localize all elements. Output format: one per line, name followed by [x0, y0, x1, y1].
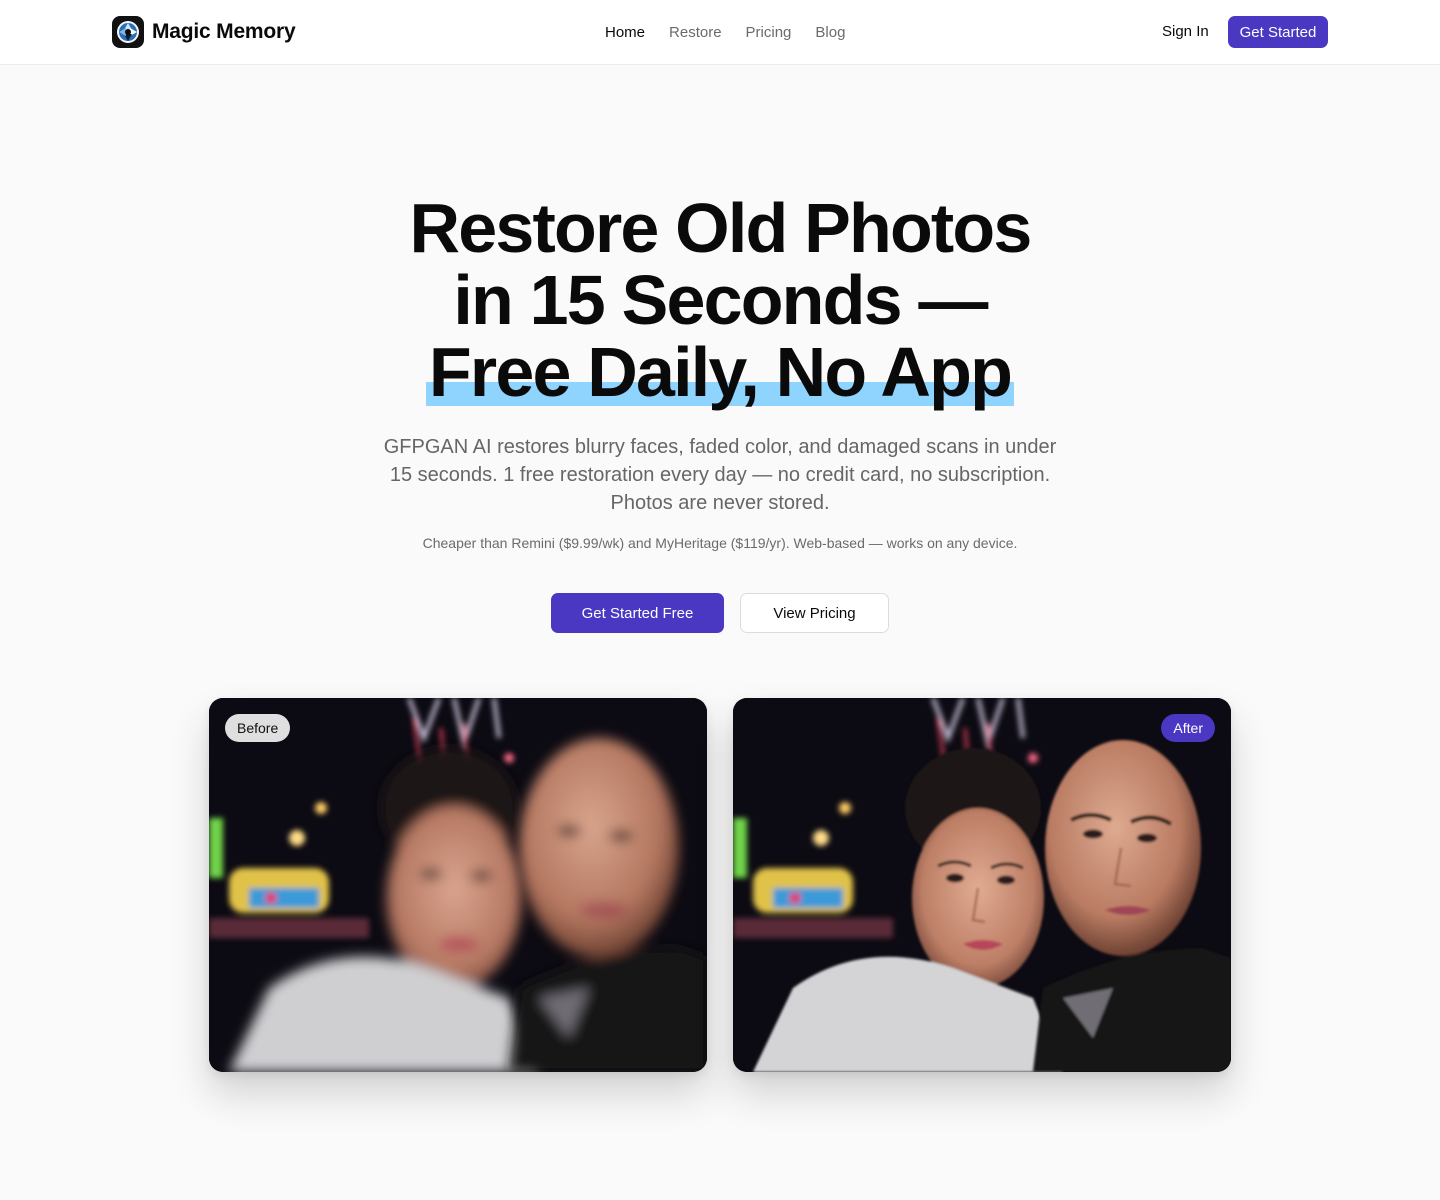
hero-subtitle: GFPGAN AI restores blurry faces, faded c…	[383, 436, 1057, 514]
after-badge: After	[1161, 714, 1215, 742]
before-badge: Before	[225, 714, 291, 742]
hero-title-line-1: Restore Old Photos	[409, 189, 1032, 267]
highlighted-title-text: Free Daily, No App	[425, 336, 1015, 408]
hero-title-line-3: Free Daily, No App	[0, 336, 1440, 408]
site-header: Magic Memory Home Restore Pricing Blog S…	[0, 0, 1440, 65]
pricing-comparison-note: Cheaper than Remini ($9.99/wk) and MyHer…	[422, 535, 1018, 551]
nav-pricing[interactable]: Pricing	[746, 24, 792, 41]
brand-name: Magic Memory	[152, 20, 296, 43]
after-photo	[733, 698, 1231, 1072]
before-photo	[209, 698, 707, 1072]
main-nav: Home Restore Pricing Blog	[605, 20, 845, 44]
brand-link[interactable]: Magic Memory	[112, 16, 296, 48]
after-photo-card: After	[733, 698, 1231, 1072]
nav-restore[interactable]: Restore	[669, 24, 722, 41]
hero-title: Restore Old Photos in 15 Seconds — Free …	[0, 192, 1440, 408]
before-photo-card: Before	[209, 698, 707, 1072]
get-started-free-button[interactable]: Get Started Free	[551, 593, 724, 633]
camera-aperture-icon	[112, 16, 144, 48]
get-started-button[interactable]: Get Started	[1228, 16, 1328, 48]
hero-title-line-2: in 15 Seconds —	[453, 261, 988, 339]
view-pricing-button[interactable]: View Pricing	[740, 593, 889, 633]
nav-blog[interactable]: Blog	[815, 24, 845, 41]
sign-in-link[interactable]: Sign In	[1162, 20, 1209, 44]
nav-home[interactable]: Home	[605, 24, 645, 41]
